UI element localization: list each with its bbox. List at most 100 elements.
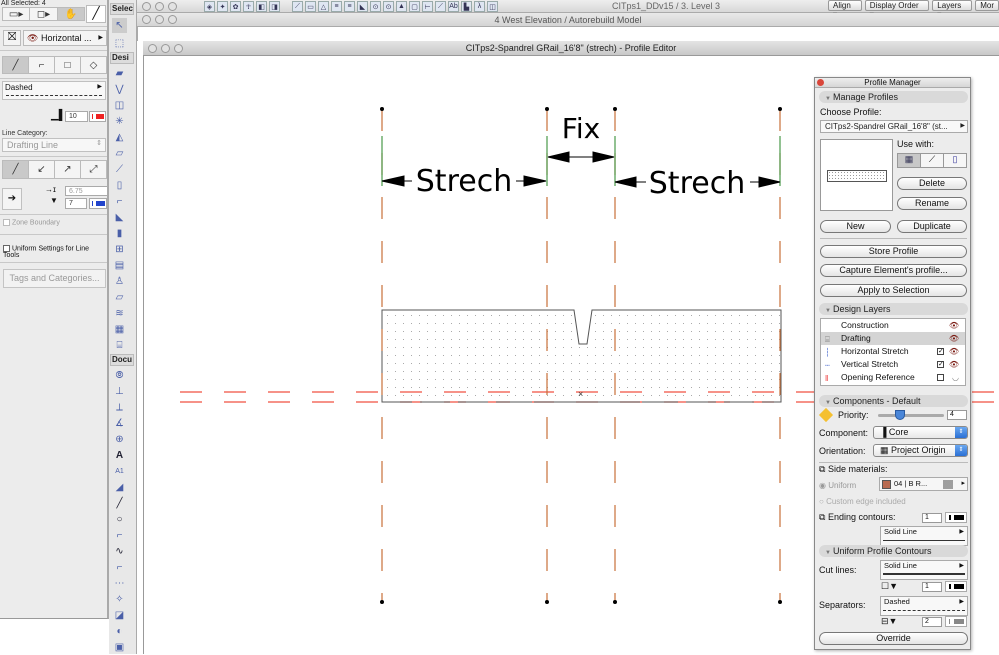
column-tool-icon[interactable]: ▯ [112, 178, 127, 193]
toolbar-icon-5[interactable]: ◧ [256, 1, 267, 12]
rename-button[interactable]: Rename [897, 197, 967, 210]
text-tool-icon[interactable]: A [112, 448, 127, 463]
marquee-tool-icon[interactable]: ⬚ [112, 36, 127, 51]
duplicate-button[interactable]: Duplicate [897, 220, 967, 233]
uniform-profile-contours-section[interactable]: ▼ Uniform Profile Contours [819, 545, 968, 557]
priority-slider-thumb[interactable] [894, 410, 905, 420]
uniform-radio[interactable]: ◉ Uniform [819, 481, 856, 490]
checkbox-unchecked[interactable] [937, 374, 944, 381]
elevation-dim-icon[interactable]: ⊕ [112, 432, 127, 447]
rectangle-icon[interactable]: □ [55, 57, 81, 73]
toolbar-icon-21[interactable]: λ [474, 1, 485, 12]
single-line-icon[interactable]: ╱ [3, 57, 29, 73]
delete-button[interactable]: Delete [897, 177, 967, 190]
stretch-handle-bottom[interactable] [778, 600, 782, 604]
components-section[interactable]: ▼ Components - Default [819, 395, 968, 407]
toolbar-icon-3[interactable]: ✿ [230, 1, 241, 12]
dimension-tool-icon[interactable]: ⦾ [112, 368, 127, 383]
uniform-settings-checkbox[interactable]: Uniform Settings for Line Tools [3, 245, 107, 259]
toolbar-icon-20[interactable]: ▙ [461, 1, 472, 12]
start-arrow-icon[interactable]: ↙ [29, 161, 55, 178]
both-arrows-icon[interactable]: ⤢ [81, 161, 106, 178]
toolbar-icon-22[interactable]: ◫ [487, 1, 498, 12]
use-with-wall-icon[interactable]: ▦ [898, 154, 921, 167]
separator-pen-field[interactable]: 2 [922, 617, 942, 627]
radial-dim-icon[interactable]: ⟂ [112, 400, 127, 415]
beam2-tool-icon[interactable]: ⟋ [112, 162, 127, 177]
ending-pen-swatch[interactable] [945, 512, 967, 523]
polyline-tool-icon[interactable]: ⌐ [112, 528, 127, 543]
close-icon[interactable] [817, 79, 824, 86]
toolbar-icon-11[interactable]: ≡ [344, 1, 355, 12]
window-controls[interactable] [148, 44, 183, 53]
eye-icon[interactable]: 👁 [949, 345, 959, 358]
toolbar-icon-2[interactable]: ✦ [217, 1, 228, 12]
line-tool-icon[interactable]: ╱ [86, 5, 106, 23]
worksheet-tool-icon[interactable]: ▣ [112, 640, 127, 655]
zone-tool-icon[interactable]: ▱ [112, 290, 127, 305]
arrow-size-field[interactable]: 6.75 [65, 186, 108, 196]
arc-tool-icon[interactable]: ○ [112, 512, 127, 527]
profile-selector[interactable]: CITps2-Spandrel GRail_16'8" (st... ▶ [820, 120, 968, 133]
stretch-handle-bottom[interactable] [545, 600, 549, 604]
material-menu-icon[interactable]: ▸ [961, 478, 965, 490]
separator-line-type-select[interactable]: Dashed ▶ [880, 596, 968, 616]
stretch-handle-bottom[interactable] [380, 600, 384, 604]
roof-tool-icon[interactable]: ⋁ [112, 82, 127, 97]
cut-pen-field[interactable]: 1 [922, 582, 942, 592]
no-arrow-icon[interactable]: ╱ [3, 161, 29, 178]
window-tool-icon[interactable]: ⊞ [112, 242, 127, 257]
cut-line-type-select[interactable]: Solid Line ▶ [880, 560, 968, 580]
toolbar-icon-13[interactable]: ⊙ [370, 1, 381, 12]
eye-icon[interactable]: 👁 [949, 332, 959, 345]
stretch-handle-top[interactable] [778, 107, 782, 111]
spline-tool-icon[interactable]: ∿ [112, 544, 127, 559]
fill-tool-icon[interactable]: ◢ [112, 480, 127, 495]
arrow-pen-field[interactable]: 7 [65, 198, 87, 209]
separator-pen-swatch[interactable] [945, 616, 967, 627]
toolbar-icon-10[interactable]: ≡ [331, 1, 342, 12]
window-controls[interactable] [142, 15, 177, 24]
toolbar-icon-8[interactable]: ▭ [305, 1, 316, 12]
more-menu[interactable]: Mor [975, 0, 999, 11]
use-with-column-icon[interactable]: ▯ [944, 154, 966, 167]
wall-tool-icon[interactable]: ▱ [112, 146, 127, 161]
roof2-tool-icon[interactable]: ◭ [112, 130, 127, 145]
toolbar-icon-14[interactable]: ⊙ [383, 1, 394, 12]
toolbox-header-select[interactable]: Selec [110, 3, 134, 15]
camera-tool-icon[interactable]: ✧ [112, 592, 127, 607]
arrow-type-icon[interactable]: ➔ [2, 188, 22, 210]
curtain-wall-icon[interactable]: ▤ [112, 258, 127, 273]
stretch-handle-bottom[interactable] [613, 600, 617, 604]
toolbar-icon-9[interactable]: △ [318, 1, 329, 12]
object-tool-icon[interactable]: ♙ [112, 274, 127, 289]
stair-tool-icon[interactable]: ≋ [112, 306, 127, 321]
toolbar-icon-1[interactable]: ◈ [204, 1, 215, 12]
layer-selector[interactable]: 👁 Horizontal ... ▶ [23, 30, 107, 46]
align-menu[interactable]: Align ▾ [828, 0, 862, 19]
eye-icon[interactable]: 👁 [949, 319, 959, 332]
toolbar-icon-17[interactable]: ⊢ [422, 1, 433, 12]
stretch-handle-top[interactable] [613, 107, 617, 111]
layer-row-drafting[interactable]: ⌸ Drafting 👁 [821, 332, 965, 345]
tags-categories-button[interactable]: Tags and Categories... [3, 269, 106, 288]
arrow-tool-icon[interactable]: ↖ [112, 18, 127, 33]
plan-view-icon[interactable]: ▭▸ [3, 8, 31, 20]
slab-tool-icon[interactable]: ▰ [112, 66, 127, 81]
rotated-rect-icon[interactable]: ◇ [81, 57, 106, 73]
label-tool-icon[interactable]: A1 [112, 464, 127, 479]
store-profile-button[interactable]: Store Profile [820, 245, 967, 258]
toolbar-icon-18[interactable]: ⟋ [435, 1, 446, 12]
hotspot-tool-icon[interactable]: ⌐ [112, 560, 127, 575]
design-layers-section[interactable]: ▼ Design Layers [819, 303, 968, 315]
detail-tool-icon[interactable]: ◐ [112, 624, 127, 639]
component-select[interactable]: ▐ Core ⇕ [873, 426, 968, 439]
stretch-handle-top[interactable] [380, 107, 384, 111]
line-category-select[interactable]: Drafting Line ⇕ [2, 138, 106, 152]
end-arrow-icon[interactable]: ↗ [55, 161, 81, 178]
layer-row-horizontal-stretch[interactable]: ┆ Horizontal Stretch ✓ 👁 [821, 345, 965, 358]
toolbar-icon-19[interactable]: Ab [448, 1, 459, 12]
eye-closed-icon[interactable]: ◡ [952, 371, 959, 384]
section-view-icon[interactable]: ◻▸ [30, 8, 58, 20]
angle-dim-icon[interactable]: ∡ [112, 416, 127, 431]
